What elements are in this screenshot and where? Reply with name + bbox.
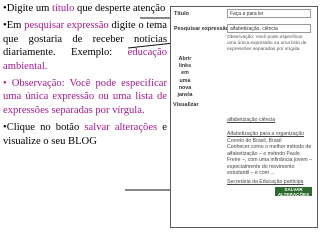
search-note: Observação: Você pode especificar uma ún… — [227, 35, 307, 53]
title-input[interactable]: Faça a para ler — [227, 9, 311, 18]
news-item-summary-1: Correio do Brasil, Brasil Conhecer como … — [227, 138, 313, 177]
search-label: Pesquisar expressão — [174, 26, 230, 32]
save-changes-button[interactable]: SALVAR ALTERAÇÕES — [275, 187, 312, 197]
preview-header[interactable]: alfabetização ciência — [227, 117, 275, 123]
search-input[interactable]: alfabetização, ciência — [227, 24, 311, 33]
news-item-link-1[interactable]: Alfabetização para a organização — [227, 131, 304, 137]
instructions: •Digite um título que desperte atenção •… — [3, 2, 167, 152]
visualize-label: Visualizar — [173, 102, 199, 108]
open-links-option[interactable]: Abrir links em uma nova janela — [171, 56, 199, 99]
step-save: •Clique no botão salvar alterações e vis… — [3, 122, 167, 147]
news-item-link-2[interactable]: Secretária da Educação participa — [227, 179, 303, 185]
step-observation: • Observação: Você pode especificar uma … — [3, 78, 167, 116]
blog-settings-panel: Título Faça a para ler Pesquisar express… — [170, 6, 318, 228]
title-label: Título — [174, 11, 189, 17]
